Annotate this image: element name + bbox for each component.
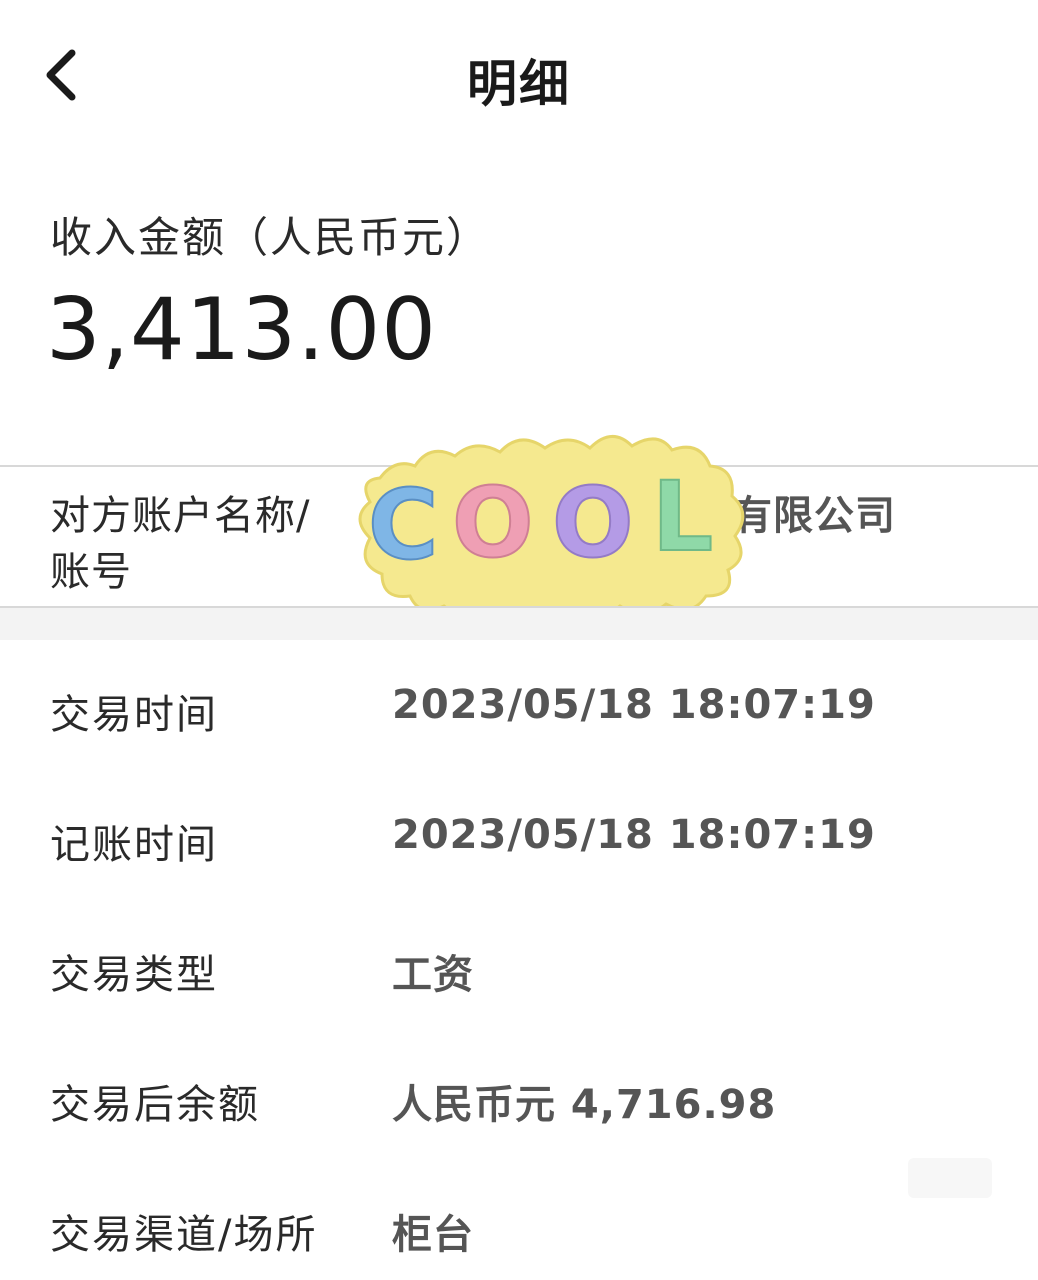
sticker-letter-o1: O <box>452 467 534 579</box>
balance-after-label: 交易后余额 <box>50 1082 260 1128</box>
trade-type-value: 工资 <box>392 952 474 998</box>
posting-time-label: 记账时间 <box>50 822 218 868</box>
cool-sticker: C O O L <box>358 435 745 618</box>
sticker-letter-c: C <box>368 469 438 581</box>
counterparty-label-line1: 对方账户名称/ <box>50 493 311 539</box>
trade-time-label: 交易时间 <box>50 692 218 738</box>
counterparty-label-line2: 账号 <box>50 549 132 595</box>
channel-label: 交易渠道/场所 <box>50 1212 318 1258</box>
section-gap <box>0 608 1038 640</box>
transaction-detail-page: 明细 收入金额（人民币元） 3,413.00 对方账户名称/ 账号 有限公司 C… <box>0 0 1038 1280</box>
balance-after-value: 人民币元 4,716.98 <box>392 1082 777 1128</box>
floating-button[interactable] <box>908 1158 992 1198</box>
posting-time-value: 2023/05/18 18:07:19 <box>392 812 876 858</box>
income-amount-label: 收入金额（人民币元） <box>50 213 491 262</box>
sticker-letter-l: L <box>652 461 713 573</box>
top-bar: 明细 <box>0 0 1038 150</box>
trade-time-value: 2023/05/18 18:07:19 <box>392 682 876 728</box>
page-title: 明细 <box>467 55 571 113</box>
income-amount-value: 3,413.00 <box>46 280 437 380</box>
trade-type-label: 交易类型 <box>50 952 218 998</box>
channel-value: 柜台 <box>392 1212 474 1258</box>
counterparty-label: 对方账户名称/ 账号 <box>50 488 350 600</box>
sticker-letter-o2: O <box>552 467 634 579</box>
